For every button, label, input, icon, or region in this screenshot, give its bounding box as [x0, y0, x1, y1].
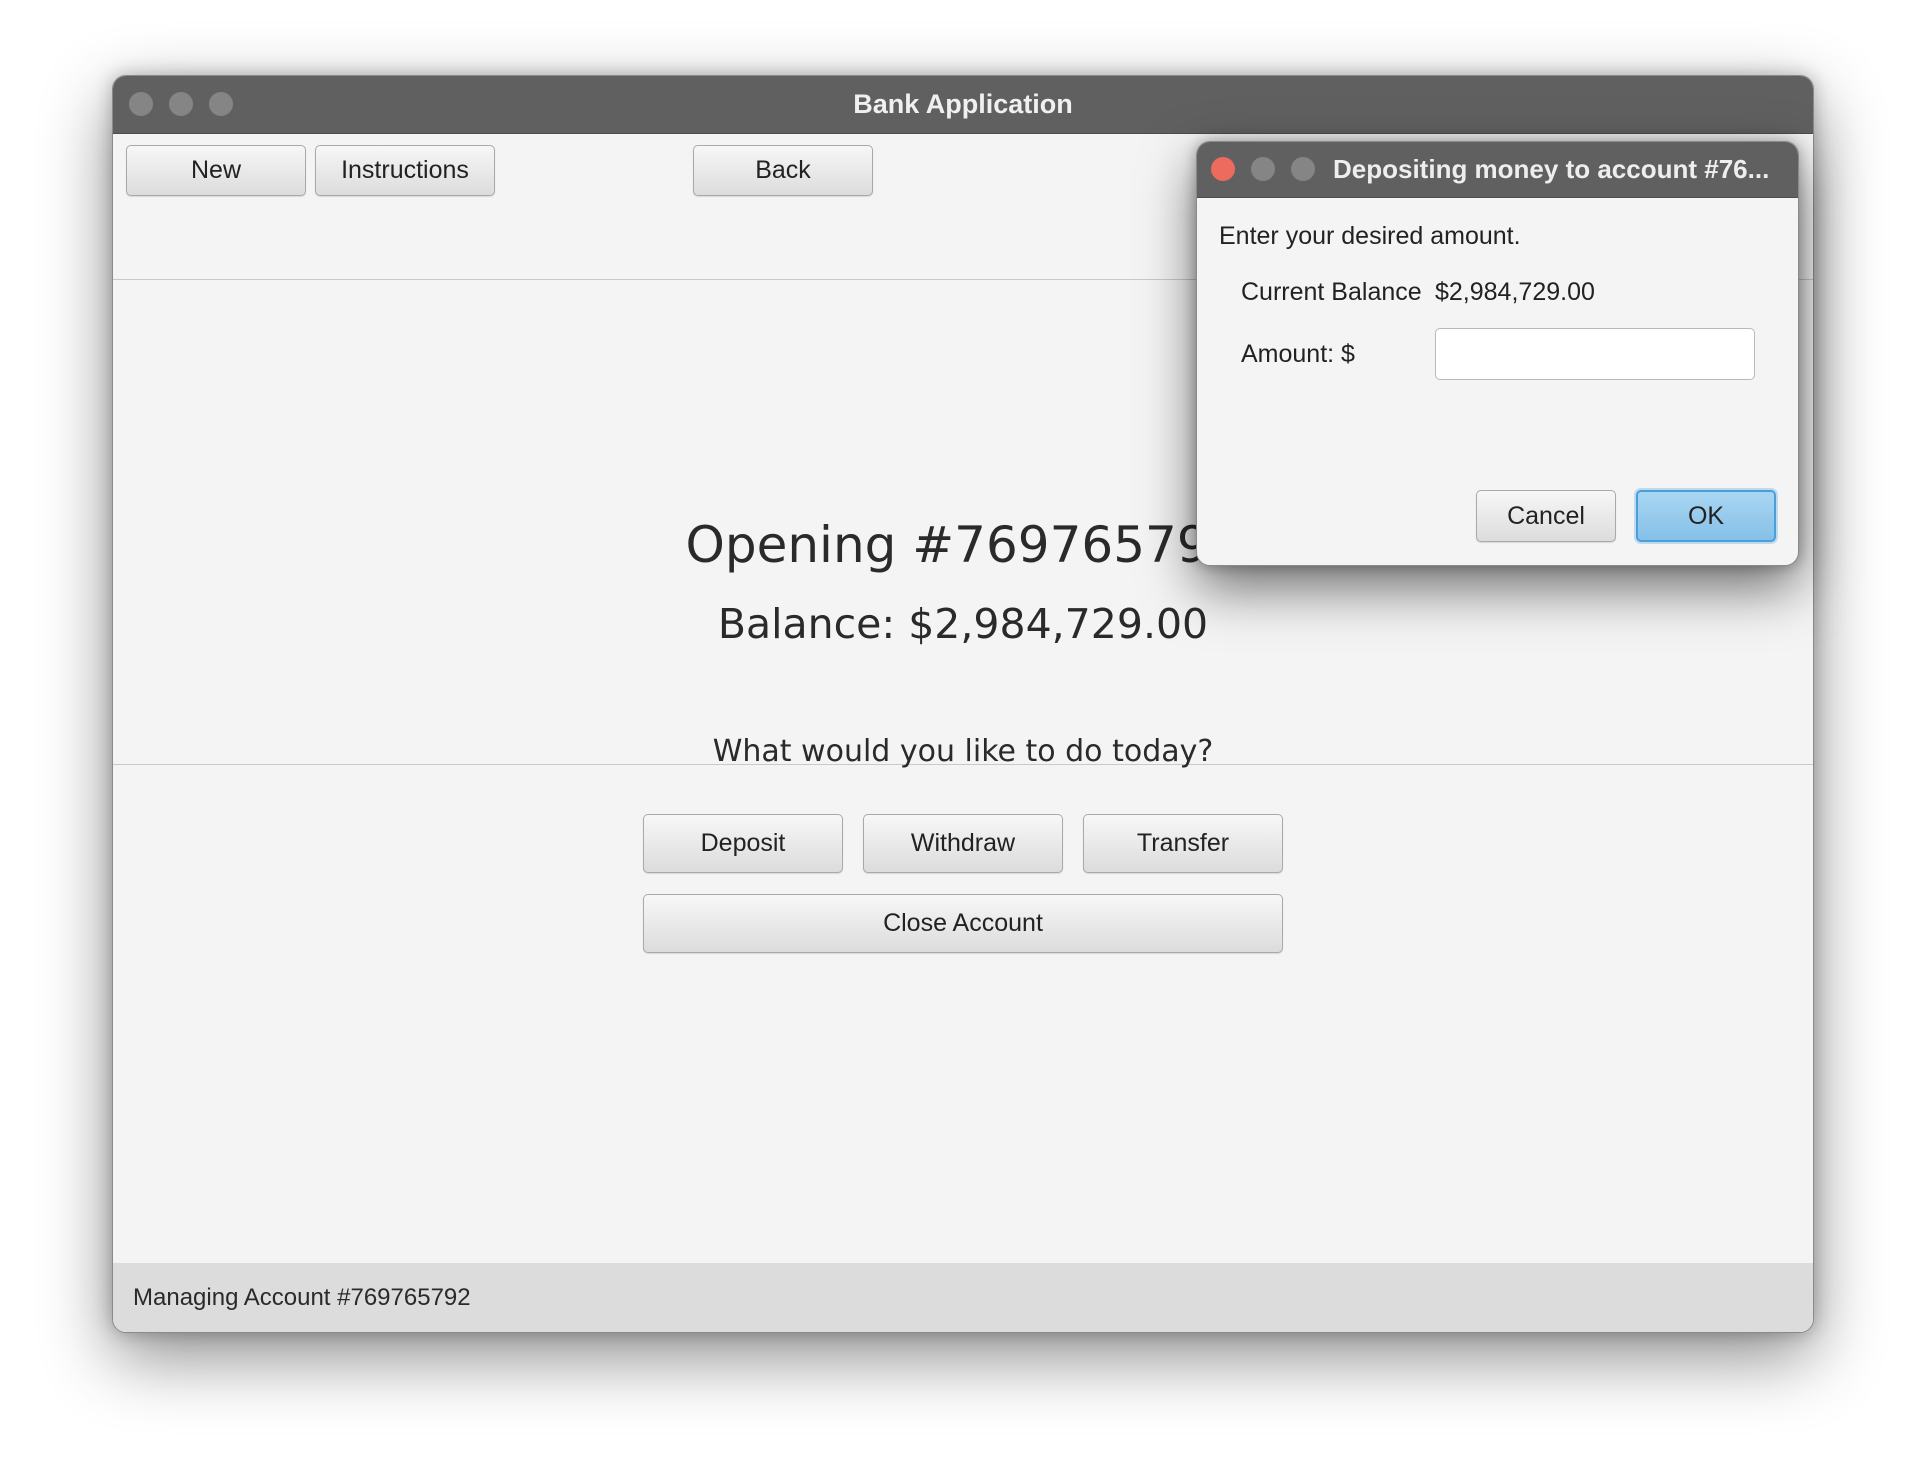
- dialog-instruction: Enter your desired amount.: [1219, 222, 1521, 250]
- deposit-button[interactable]: Deposit: [643, 814, 843, 873]
- status-bar: Managing Account #769765792: [113, 1263, 1813, 1332]
- main-titlebar[interactable]: Bank Application: [113, 76, 1813, 134]
- current-balance-label: Current Balance: [1241, 278, 1422, 306]
- deposit-dialog: Depositing money to account #76... Enter…: [1196, 141, 1799, 566]
- dialog-titlebar[interactable]: Depositing money to account #76...: [1197, 142, 1798, 198]
- back-button[interactable]: Back: [693, 145, 873, 196]
- dialog-title: Depositing money to account #76...: [1333, 154, 1770, 184]
- current-balance-value: $2,984,729.00: [1435, 278, 1595, 306]
- ok-button[interactable]: OK: [1636, 490, 1776, 542]
- minimize-dialog-icon[interactable]: [1251, 157, 1275, 181]
- status-text: Managing Account #769765792: [133, 1284, 471, 1311]
- instructions-button[interactable]: Instructions: [315, 145, 495, 196]
- window-title: Bank Application: [853, 89, 1073, 119]
- cancel-button[interactable]: Cancel: [1476, 490, 1616, 542]
- balance-heading: Balance: $2,984,729.00: [717, 600, 1209, 648]
- amount-label: Amount: $: [1241, 340, 1355, 368]
- withdraw-button[interactable]: Withdraw: [863, 814, 1063, 873]
- amount-input[interactable]: [1435, 328, 1755, 380]
- close-account-button[interactable]: Close Account: [643, 894, 1283, 953]
- zoom-dialog-icon[interactable]: [1291, 157, 1315, 181]
- action-prompt: What would you like to do today?: [712, 734, 1214, 769]
- transfer-button[interactable]: Transfer: [1083, 814, 1283, 873]
- close-dialog-icon[interactable]: [1211, 157, 1235, 181]
- new-button[interactable]: New: [126, 145, 306, 196]
